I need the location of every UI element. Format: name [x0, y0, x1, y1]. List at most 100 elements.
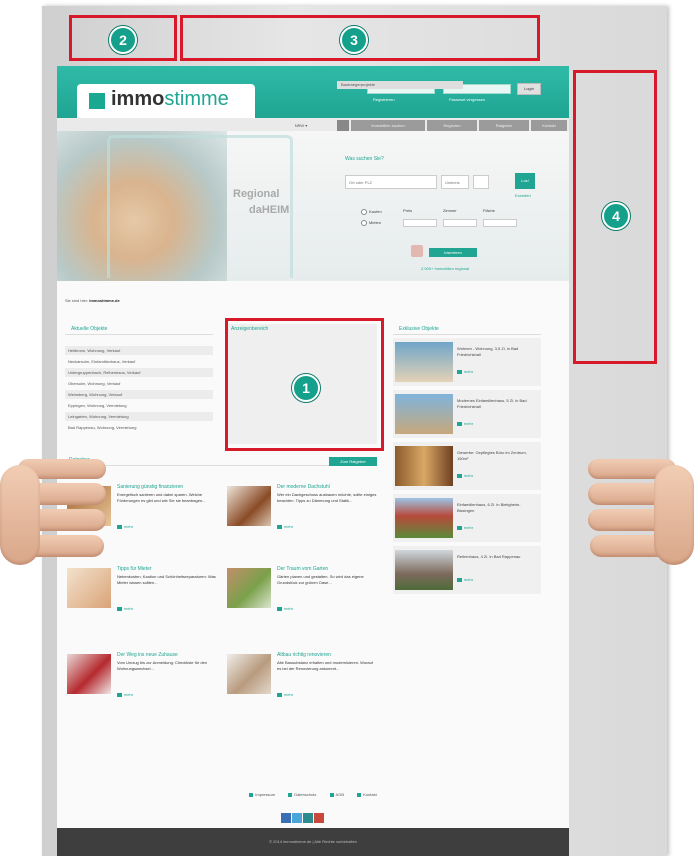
article-teaser[interactable]: Der Weg ins neue Zuhause Vom Umzug bis z… [67, 652, 219, 712]
nav-item-search[interactable]: Immobilien suchen [351, 120, 425, 131]
offer-title: Gewerbe: Gepflegtes Büro im Zentrum, 150… [457, 450, 527, 461]
nav-item-regions[interactable]: Regionen [427, 120, 477, 131]
article-link[interactable]: mehr [284, 606, 293, 611]
article-link[interactable]: mehr [124, 606, 133, 611]
article-title[interactable]: Altbau richtig renovieren [277, 652, 377, 659]
offer-arrow-icon [457, 578, 462, 582]
article-link[interactable]: mehr [124, 524, 133, 529]
footer-link[interactable]: Datenschutz [288, 792, 316, 797]
article-photo [227, 654, 271, 694]
advanced-search-link[interactable]: Erweitert [515, 193, 531, 198]
hero-banner: Regional daHEIM Was suchen Sie? Ort oder… [57, 131, 569, 281]
article-title[interactable]: Sanierung günstig finanzieren [117, 484, 217, 491]
article-teaser[interactable]: Der moderne Dachstuhl Wer ein Dachgescho… [227, 484, 379, 544]
offer-title: Reihenhaus, 4 Zi. in Bad Rappenau [457, 554, 521, 559]
list-item[interactable]: Obersulm, Wohnung, Verkauf [65, 379, 213, 388]
article-teaser[interactable]: Tipps für Mieter Nebenkosten, Kaution un… [67, 566, 219, 626]
facebook-icon[interactable] [281, 813, 291, 823]
mieten-radio[interactable] [361, 220, 367, 226]
logo[interactable]: immostimme [77, 84, 255, 118]
right-hand [584, 455, 694, 575]
breadcrumb-current[interactable]: immostimme.de [89, 298, 119, 303]
offer-photo [395, 446, 453, 486]
breadcrumb: Sie sind hier: immostimme.de [65, 298, 120, 303]
listing-cta-button[interactable]: Inserieren [429, 248, 477, 257]
login-button[interactable]: Login [517, 83, 541, 95]
nav-home-icon[interactable] [337, 120, 349, 131]
article-link[interactable]: mehr [124, 692, 133, 697]
price-select[interactable] [403, 219, 437, 227]
offer-link[interactable]: mehr [464, 577, 473, 582]
subnav-item[interactable]: Bautraegerprojekte [337, 81, 463, 89]
offer-card[interactable]: Reihenhaus, 4 Zi. in Bad Rappenau mehr [393, 546, 541, 594]
twitter-icon[interactable] [292, 813, 302, 823]
region-select[interactable]: NRW ▾ [281, 120, 321, 131]
logo-brand-light: stimme [164, 88, 229, 110]
offer-card[interactable]: Gewerbe: Gepflegtes Büro im Zentrum, 150… [393, 442, 541, 490]
offer-arrow-icon [457, 474, 462, 478]
logo-square-icon [89, 93, 105, 109]
offers-title: Exklusive Objekte [399, 326, 439, 332]
article-photo [67, 654, 111, 694]
breadcrumb-prefix: Sie sind hier: [65, 298, 89, 303]
search-button[interactable]: Los! [515, 173, 535, 189]
social-icons [281, 810, 325, 828]
article-title[interactable]: Der Traum vom Garten [277, 566, 377, 573]
footer-link[interactable]: AGB [329, 792, 344, 797]
article-title[interactable]: Tipps für Mieter [117, 566, 217, 573]
register-link[interactable]: Registrieren [373, 97, 395, 102]
nav-item-guide[interactable]: Ratgeber [479, 120, 529, 131]
offer-title: Wohnen - Wohnung, 3,5 Zi. in Bad Friedri… [457, 346, 519, 357]
offer-link[interactable]: mehr [464, 369, 473, 374]
callout-badge-4: 4 [602, 202, 630, 230]
radius-select[interactable]: Umkreis [441, 175, 469, 189]
search-panel: Was suchen Sie? Ort oder PLZ Umkreis Los… [339, 131, 569, 281]
list-item[interactable]: Heilbronn, Wohnung, Verkauf [65, 346, 213, 355]
article-link[interactable]: mehr [284, 524, 293, 529]
googleplus-icon[interactable] [314, 813, 324, 823]
article-arrow-icon [117, 693, 122, 697]
list-item[interactable]: Weinsberg, Wohnung, Verkauf [65, 390, 213, 399]
footer-link[interactable]: Impressum [249, 792, 275, 797]
offer-card[interactable]: Einfamilienhaus, 6 Zi. in Bietigheim-Bis… [393, 494, 541, 542]
list-item[interactable]: Neckarsulm, Einfamilienhaus, Verkauf [65, 357, 213, 366]
kaufen-radio[interactable] [361, 209, 367, 215]
footer-links: Impressum Datenschutz AGB Kontakt [57, 792, 569, 797]
area-select[interactable] [483, 219, 517, 227]
list-item[interactable]: Leingarten, Wohnung, Vermietung [65, 412, 213, 421]
forgot-password-link[interactable]: Passwort vergessen [449, 97, 485, 102]
search-title: Was suchen Sie? [345, 156, 384, 162]
article-teaser[interactable]: Der Traum vom Garten Gärten planen und g… [227, 566, 379, 626]
search-location-input[interactable]: Ort oder PLZ [345, 175, 437, 189]
article-arrow-icon [277, 607, 282, 611]
offer-link[interactable]: mehr [464, 525, 473, 530]
list-item[interactable]: Untergruppenbach, Reihenhaus, Verkauf [65, 368, 213, 377]
offer-photo [395, 498, 453, 538]
article-arrow-icon [117, 525, 122, 529]
footer-link[interactable]: Kontakt [357, 792, 377, 797]
list-item[interactable]: Bad Rappenau, Wohnung, Vermietung [65, 423, 213, 432]
article-photo [227, 568, 271, 608]
list-item[interactable]: Eppingen, Wohnung, Vermietung [65, 401, 213, 410]
article-link[interactable]: mehr [284, 692, 293, 697]
main-nav: NRW ▾ Immobilien suchen Regionen Ratgebe… [57, 118, 569, 131]
article-arrow-icon [277, 525, 282, 529]
xing-icon[interactable] [303, 813, 313, 823]
rooms-select[interactable] [443, 219, 477, 227]
offer-card[interactable]: Modernes Einfamilienhaus, 5 Zi. in Bad F… [393, 390, 541, 438]
article-title[interactable]: Der moderne Dachstuhl [277, 484, 377, 491]
radius-value-select[interactable] [473, 175, 489, 189]
mieten-label: Mieten [369, 220, 382, 225]
article-title[interactable]: Der Weg ins neue Zuhause [117, 652, 217, 659]
offer-title: Modernes Einfamilienhaus, 5 Zi. in Bad F… [457, 398, 527, 409]
offer-link[interactable]: mehr [464, 421, 473, 426]
guide-button[interactable]: Zum Ratgeber [329, 457, 377, 466]
article-text: Energetisch sanieren und dabei sparen. W… [117, 492, 206, 503]
offer-card[interactable]: Wohnen - Wohnung, 3,5 Zi. in Bad Friedri… [393, 338, 541, 386]
hero-claim-line1: Regional [233, 188, 280, 200]
offer-link[interactable]: mehr [464, 473, 473, 478]
article-text: Vom Umzug bis zur Anmeldung: Checkliste … [117, 660, 208, 671]
article-teaser[interactable]: Altbau richtig renovieren Alte Bausubsta… [227, 652, 379, 712]
nav-item-contact[interactable]: Kontakt [531, 120, 567, 131]
article-arrow-icon [277, 693, 282, 697]
